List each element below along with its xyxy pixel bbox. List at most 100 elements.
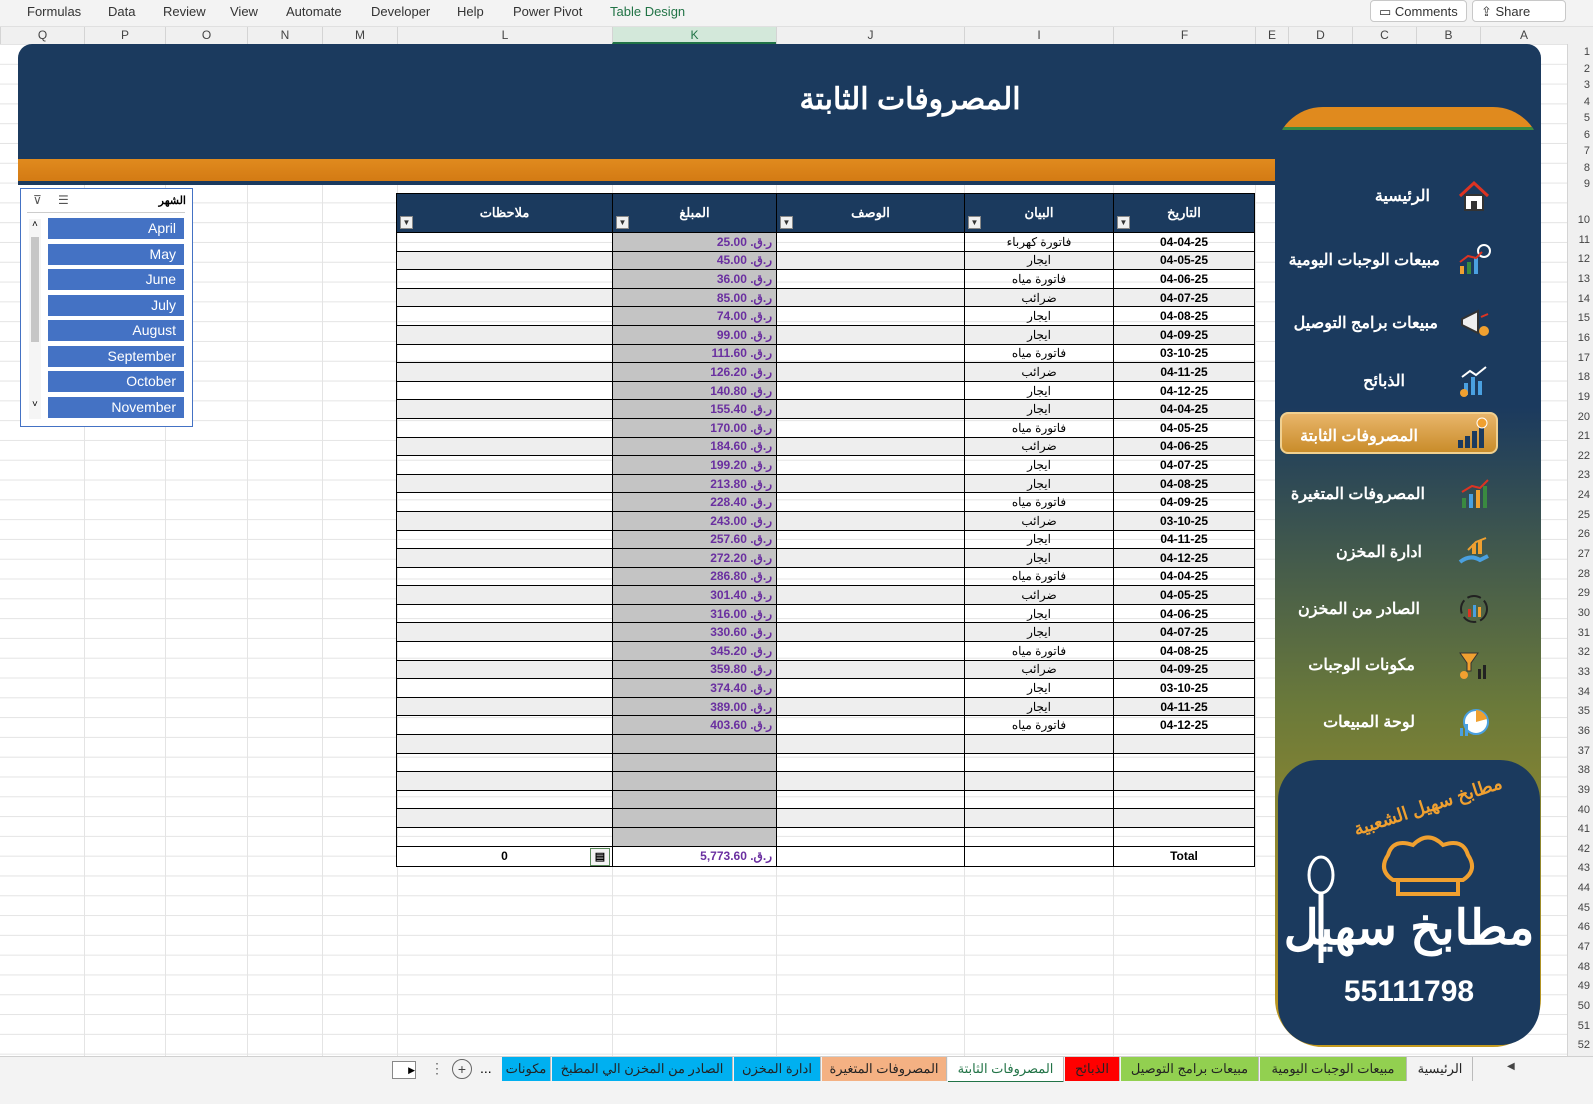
sheet-tab[interactable]: الصادر من المخزن الي المطبخ (552, 1057, 733, 1081)
amount-cell[interactable]: ر.ق. 359.80 (612, 659, 777, 680)
date-cell[interactable]: 04-07-25 (1113, 287, 1255, 308)
notes-cell[interactable] (396, 324, 613, 345)
notes-cell[interactable] (396, 752, 613, 773)
row-header[interactable]: 52 (1578, 1039, 1590, 1051)
amount-cell[interactable]: ر.ق. 140.80 (612, 380, 777, 401)
desc-cell[interactable] (776, 603, 965, 624)
amount-cell[interactable]: ر.ق. 213.80 (612, 473, 777, 494)
row-header[interactable]: 22 (1578, 450, 1590, 462)
date-cell[interactable]: 04-11-25 (1113, 362, 1255, 382)
col-header[interactable]: D (1288, 27, 1352, 44)
amount-cell[interactable]: ر.ق. 99.00 (612, 324, 777, 345)
row-header[interactable]: 25 (1578, 509, 1590, 521)
row-header[interactable]: 8 (1584, 162, 1590, 174)
amount-cell[interactable]: ر.ق. 126.20 (612, 362, 777, 382)
nav-item-slaughter[interactable]: الذبائح (1280, 361, 1500, 401)
row-header[interactable]: 23 (1578, 469, 1590, 481)
date-cell[interactable]: 04-08-25 (1113, 473, 1255, 494)
date-cell[interactable] (1113, 734, 1255, 754)
desc-cell[interactable] (776, 715, 965, 736)
sheet-tab[interactable]: الذبائح (1065, 1057, 1120, 1081)
col-header[interactable]: I (964, 27, 1113, 44)
amount-cell[interactable]: ر.ق. 330.60 (612, 622, 777, 643)
item-cell[interactable]: فاتورة مياه (964, 343, 1114, 364)
desc-cell[interactable] (776, 380, 965, 401)
row-header[interactable]: 36 (1578, 725, 1590, 737)
row-header[interactable]: 18 (1578, 371, 1590, 383)
item-cell[interactable]: ضرائب (964, 585, 1114, 605)
filter-dropdown-icon[interactable]: ▼ (400, 216, 413, 229)
row-header[interactable]: 16 (1578, 332, 1590, 344)
date-cell[interactable]: 04-12-25 (1113, 715, 1255, 736)
amount-cell[interactable] (612, 827, 777, 847)
item-cell[interactable]: ايجار (964, 380, 1114, 401)
item-cell[interactable]: ايجار (964, 324, 1114, 345)
notes-cell[interactable] (396, 659, 613, 680)
amount-cell[interactable]: ر.ق. 316.00 (612, 603, 777, 624)
desc-cell[interactable] (776, 566, 965, 587)
add-sheet-icon[interactable]: + (452, 1059, 472, 1079)
item-cell[interactable]: فاتورة مياه (964, 566, 1114, 587)
sheet-tab-active[interactable]: المصروفات الثابتة (948, 1057, 1064, 1083)
item-cell[interactable]: فاتورة مياه (964, 269, 1114, 289)
notes-cell[interactable] (396, 566, 613, 587)
notes-cell[interactable] (396, 343, 613, 364)
row-header[interactable]: 48 (1578, 961, 1590, 973)
row-header[interactable]: 17 (1578, 352, 1590, 364)
item-cell[interactable]: فاتورة مياه (964, 715, 1114, 736)
notes-cell[interactable] (396, 696, 613, 717)
notes-cell[interactable] (396, 362, 613, 382)
row-header[interactable]: 49 (1578, 980, 1590, 992)
quick-analysis-icon[interactable]: ▤ (590, 847, 610, 866)
row-header[interactable]: 12 (1578, 253, 1590, 265)
row-header[interactable]: 4 (1584, 96, 1590, 108)
notes-cell[interactable] (396, 715, 613, 736)
amount-cell[interactable]: ر.ق. 25.00 (612, 232, 777, 252)
row-header[interactable]: 43 (1578, 862, 1590, 874)
notes-cell[interactable] (396, 380, 613, 401)
item-cell[interactable] (964, 752, 1114, 773)
amount-cell[interactable]: ر.ق. 170.00 (612, 417, 777, 438)
item-cell[interactable]: ايجار (964, 250, 1114, 271)
col-header[interactable]: P (84, 27, 165, 44)
desc-cell[interactable] (776, 808, 965, 828)
row-header[interactable]: 34 (1578, 686, 1590, 698)
item-cell[interactable]: ضرائب (964, 510, 1114, 531)
date-cell[interactable]: 04-09-25 (1113, 324, 1255, 345)
row-header[interactable]: 5 (1584, 112, 1590, 124)
item-cell[interactable]: ضرائب (964, 659, 1114, 680)
slicer-item[interactable]: April (48, 218, 184, 239)
tab-formulas[interactable]: Formulas (27, 4, 81, 19)
desc-cell[interactable] (776, 306, 965, 326)
notes-cell[interactable] (396, 473, 613, 494)
notes-cell[interactable] (396, 529, 613, 550)
desc-cell[interactable] (776, 436, 965, 457)
filter-dropdown-icon[interactable]: ▼ (968, 216, 981, 229)
row-header[interactable]: 51 (1578, 1020, 1590, 1032)
date-cell[interactable]: 04-05-25 (1113, 417, 1255, 438)
desc-cell[interactable] (776, 399, 965, 419)
notes-cell[interactable] (396, 287, 613, 308)
row-header[interactable]: 28 (1578, 568, 1590, 580)
desc-cell[interactable] (776, 585, 965, 605)
date-cell[interactable]: 04-07-25 (1113, 622, 1255, 643)
amount-cell[interactable] (612, 789, 777, 810)
desc-cell[interactable] (776, 473, 965, 494)
date-cell[interactable]: 04-11-25 (1113, 696, 1255, 717)
notes-cell[interactable] (396, 585, 613, 605)
sheet-tab[interactable]: مبيعات برامج التوصيل (1121, 1057, 1259, 1081)
amount-cell[interactable] (612, 734, 777, 754)
notes-cell[interactable] (396, 734, 613, 754)
desc-cell[interactable] (776, 827, 965, 847)
row-header[interactable]: 41 (1578, 823, 1590, 835)
amount-cell[interactable] (612, 771, 777, 791)
item-cell[interactable]: ايجار (964, 473, 1114, 494)
row-header[interactable]: 13 (1578, 273, 1590, 285)
row-header[interactable]: 35 (1578, 705, 1590, 717)
item-cell[interactable]: ايجار (964, 306, 1114, 326)
notes-cell[interactable] (396, 269, 613, 289)
slicer-item[interactable]: July (48, 295, 184, 316)
desc-cell[interactable] (776, 548, 965, 568)
col-header[interactable]: A (1480, 27, 1567, 44)
notes-cell[interactable] (396, 827, 613, 847)
